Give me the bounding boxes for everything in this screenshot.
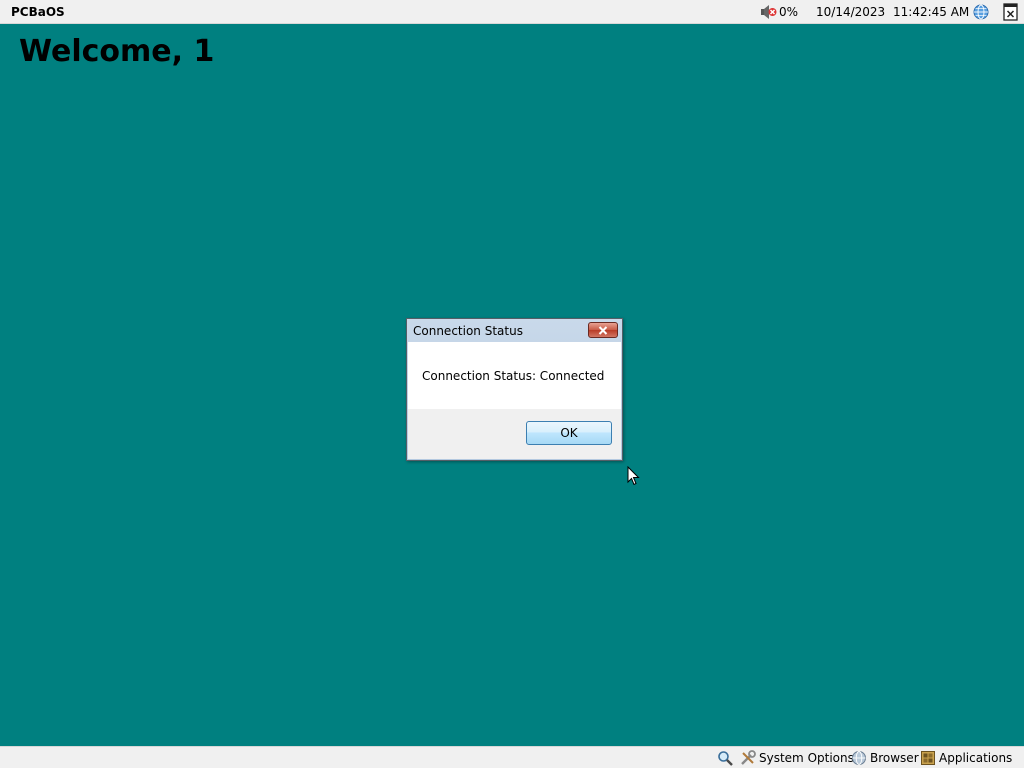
search-button[interactable] xyxy=(717,749,733,767)
dialog-message-area: Connection Status: Connected xyxy=(408,342,621,409)
applications-icon xyxy=(921,751,935,765)
applications-label: Applications xyxy=(939,751,1013,765)
dialog-titlebar[interactable]: Connection Status xyxy=(407,319,622,342)
volume-indicator[interactable]: 0% xyxy=(760,3,798,21)
top-bar: PCBaOS 0% 10/14/2023 11:42:45 AM xyxy=(0,0,1024,24)
os-brand: PCBaOS xyxy=(11,5,65,19)
globe-icon[interactable] xyxy=(973,4,989,20)
connection-status-dialog: Connection Status Connection Status: Con… xyxy=(406,318,623,461)
dialog-message: Connection Status: Connected xyxy=(422,369,605,383)
tools-icon xyxy=(741,750,756,765)
mouse-cursor-icon xyxy=(627,466,640,486)
search-icon xyxy=(718,751,733,766)
muted-speaker-icon xyxy=(761,5,777,19)
system-options-label: System Options xyxy=(759,751,854,765)
applications-button[interactable]: Applications xyxy=(920,749,1012,767)
ok-button[interactable]: OK xyxy=(526,421,612,445)
system-options-button[interactable]: System Options xyxy=(740,749,854,767)
dialog-title: Connection Status xyxy=(413,324,523,338)
date-display: 10/14/2023 xyxy=(816,5,886,19)
browser-button[interactable]: Browser xyxy=(851,749,919,767)
clock-display: 11:42:45 AM xyxy=(893,5,970,19)
welcome-heading: Welcome, 1 xyxy=(19,34,215,69)
close-icon xyxy=(598,325,608,335)
dialog-body: Connection Status: Connected OK xyxy=(408,342,621,459)
window-close-icon[interactable] xyxy=(1003,3,1019,21)
browser-label: Browser xyxy=(870,751,919,765)
dialog-close-button[interactable] xyxy=(588,322,618,338)
globe-icon xyxy=(852,751,866,765)
volume-level: 0% xyxy=(779,5,799,19)
bottom-taskbar: System Options Browser Applications xyxy=(0,746,1024,768)
